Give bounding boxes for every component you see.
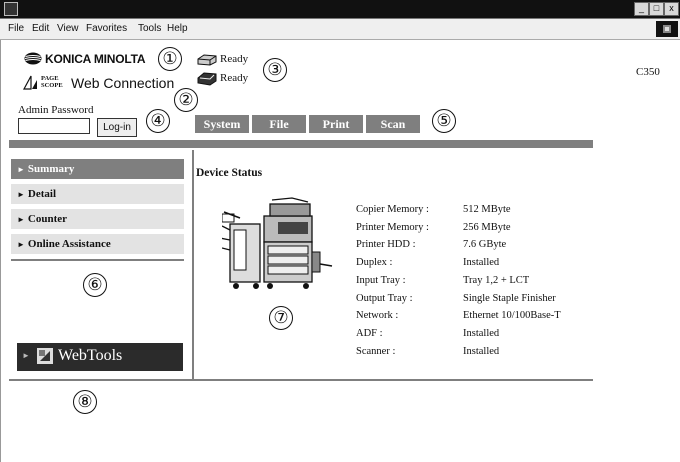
footer-divider	[9, 379, 593, 381]
info-value: Ethernet 10/100Base-T	[463, 310, 561, 321]
scanner-status-icon	[196, 71, 218, 87]
login-button[interactable]: Log-in	[97, 118, 137, 137]
printer-status-icon	[196, 53, 218, 67]
arrow-right-icon: ►	[17, 190, 25, 199]
header-divider	[9, 140, 593, 148]
restore-button[interactable]: □	[649, 2, 664, 16]
konica-minolta-logo-icon	[24, 52, 42, 65]
device-status-title: Device Status	[196, 167, 263, 179]
model-name: C350	[636, 66, 660, 78]
sidebar-divider	[11, 259, 184, 261]
pagescope-line2: SCOPE	[41, 82, 63, 89]
info-value: Tray 1,2 + LCT	[463, 275, 530, 286]
callout-1: ①	[158, 47, 182, 71]
callout-5: ⑤	[432, 109, 456, 133]
info-value: Installed	[463, 346, 500, 357]
menu-tools[interactable]: Tools	[138, 23, 161, 34]
menu-view[interactable]: View	[57, 23, 79, 34]
minimize-button[interactable]: _	[634, 2, 649, 16]
web-connection-title: Web Connection	[71, 75, 175, 91]
info-label: Copier Memory :	[356, 204, 429, 215]
info-value: 7.6 GByte	[463, 239, 507, 250]
close-button[interactable]: x	[664, 2, 679, 16]
info-value: Installed	[463, 257, 500, 268]
menu-help[interactable]: Help	[167, 23, 188, 34]
sidebar-item-counter[interactable]: ► Counter	[11, 209, 184, 229]
info-label: Printer HDD :	[356, 239, 416, 250]
tab-file[interactable]: File	[252, 115, 306, 133]
pagescope-logo-icon	[22, 74, 38, 91]
arrow-right-icon: ►	[17, 165, 25, 174]
info-label: ADF :	[356, 328, 383, 339]
sidebar-item-detail[interactable]: ► Detail	[11, 184, 184, 204]
tab-system[interactable]: System	[195, 115, 249, 133]
sidebar-item-label: Detail	[27, 188, 57, 200]
callout-8: ⑧	[73, 390, 97, 414]
copier-image	[219, 196, 337, 296]
menu-favorites[interactable]: Favorites	[86, 23, 127, 34]
admin-password-input[interactable]	[18, 118, 90, 134]
window-titlebar: _ □ x	[0, 0, 680, 19]
arrow-right-icon: ►	[22, 351, 30, 360]
webtools-banner[interactable]: ► WebTools	[17, 343, 183, 371]
printer-status-text: Ready	[220, 53, 249, 65]
callout-6: ⑥	[83, 273, 107, 297]
info-label: Input Tray :	[356, 275, 406, 286]
arrow-right-icon: ►	[17, 240, 25, 249]
info-value: 512 MByte	[463, 204, 511, 215]
pagescope-wordmark: PAGE SCOPE	[41, 75, 63, 89]
scanner-status-text: Ready	[220, 72, 249, 84]
info-label: Scanner :	[356, 346, 396, 357]
webtools-icon	[37, 348, 53, 364]
webtools-label: WebTools	[58, 347, 123, 364]
app-icon	[4, 2, 18, 16]
info-label: Output Tray :	[356, 293, 413, 304]
info-label: Duplex :	[356, 257, 393, 268]
sidebar-item-label: Counter	[27, 213, 68, 225]
pagescope-line1: PAGE	[41, 75, 59, 82]
sidebar-item-online-assistance[interactable]: ► Online Assistance	[11, 234, 184, 254]
admin-password-label: Admin Password	[18, 104, 94, 116]
sidebar-item-label: Online Assistance	[27, 238, 111, 250]
menu-bar: File Edit View Favorites Tools Help	[0, 19, 680, 40]
callout-2: ②	[174, 88, 198, 112]
arrow-right-icon: ►	[17, 215, 25, 224]
info-value: Single Staple Finisher	[463, 293, 556, 304]
content-divider	[192, 150, 194, 380]
callout-7: ⑦	[269, 306, 293, 330]
menu-edit[interactable]: Edit	[32, 23, 49, 34]
sidebar-item-summary[interactable]: ► Summary	[11, 159, 184, 179]
menu-file[interactable]: File	[8, 23, 24, 34]
info-label: Printer Memory :	[356, 222, 429, 233]
tab-print[interactable]: Print	[309, 115, 363, 133]
tab-scan[interactable]: Scan	[366, 115, 420, 133]
brand-name: KONICA MINOLTA	[45, 52, 146, 66]
sidebar-item-label: Summary	[27, 163, 75, 175]
info-label: Network :	[356, 310, 399, 321]
browser-logo-icon	[656, 21, 678, 37]
callout-3: ③	[263, 58, 287, 82]
info-value: Installed	[463, 328, 500, 339]
info-value: 256 MByte	[463, 222, 511, 233]
callout-4: ④	[146, 109, 170, 133]
